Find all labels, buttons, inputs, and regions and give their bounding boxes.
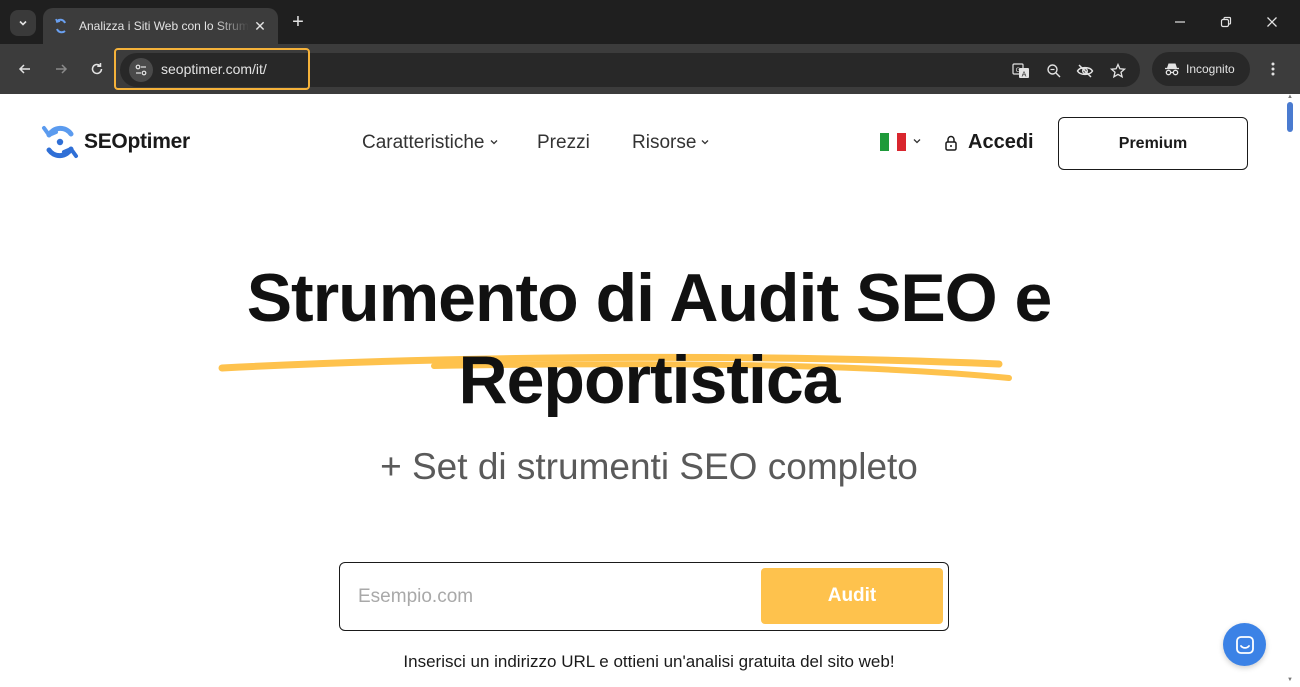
- translate-button[interactable]: AG: [1011, 61, 1031, 81]
- chat-widget-button[interactable]: [1223, 623, 1266, 666]
- chevron-down-icon: [19, 20, 27, 26]
- restore-icon: [1220, 16, 1232, 28]
- seoptimer-favicon-icon: [53, 18, 69, 34]
- chat-icon: [1235, 635, 1254, 654]
- minimize-button[interactable]: [1168, 12, 1192, 32]
- translate-icon: AG: [1012, 63, 1029, 79]
- nav-features-label: Caratteristiche: [362, 132, 485, 153]
- lock-icon: [945, 135, 957, 151]
- login-link[interactable]: Accedi: [944, 131, 1034, 154]
- logo-text: SEOptimer: [84, 130, 190, 153]
- browser-tab[interactable]: Analizza i Siti Web con lo Strumento SEO…: [43, 8, 278, 44]
- nav-resources[interactable]: Risorse: [632, 132, 710, 154]
- incognito-icon: [1165, 63, 1179, 76]
- back-arrow-icon: [18, 64, 30, 74]
- incognito-label: Incognito: [1186, 62, 1235, 76]
- url-highlight-annotation: [114, 48, 310, 90]
- minimize-icon: [1175, 21, 1185, 23]
- nav-pricing-label: Prezzi: [537, 132, 590, 153]
- restore-button[interactable]: [1214, 12, 1238, 32]
- page-content: SEOptimer Caratteristiche Prezzi Risorse…: [4, 94, 1294, 683]
- language-selector[interactable]: [880, 133, 922, 151]
- audit-button[interactable]: Audit: [761, 568, 943, 624]
- chevron-down-icon: [489, 137, 499, 150]
- zoom-button[interactable]: [1044, 61, 1064, 81]
- back-button[interactable]: [14, 58, 36, 80]
- reload-icon: [91, 63, 103, 75]
- chevron-down-icon: [912, 133, 922, 151]
- browser-menu-button[interactable]: [1262, 58, 1284, 80]
- tab-close-icon[interactable]: ✕: [252, 18, 268, 34]
- new-tab-button[interactable]: +: [288, 12, 308, 32]
- forward-button[interactable]: [50, 58, 72, 80]
- nav-features[interactable]: Caratteristiche: [362, 132, 499, 154]
- italy-flag-icon: [880, 133, 907, 151]
- audit-url-input[interactable]: [358, 583, 738, 611]
- incognito-badge[interactable]: Incognito: [1152, 52, 1250, 86]
- svg-text:A: A: [1022, 71, 1027, 79]
- seoptimer-logo-icon: [42, 125, 78, 159]
- zoom-out-icon: [1047, 64, 1061, 78]
- tab-title: Analizza i Siti Web con lo Strumento SEO: [79, 19, 249, 33]
- scroll-down-icon[interactable]: ▼: [1287, 677, 1293, 683]
- eye-off-icon: [1076, 64, 1094, 78]
- scroll-up-icon[interactable]: ▲: [1287, 94, 1293, 100]
- star-icon: [1110, 63, 1126, 79]
- forward-arrow-icon: [56, 64, 68, 74]
- chevron-down-icon: [700, 137, 710, 150]
- login-label: Accedi: [968, 131, 1034, 153]
- nav-pricing[interactable]: Prezzi: [537, 132, 590, 154]
- close-window-button[interactable]: [1260, 12, 1284, 32]
- premium-button[interactable]: Premium: [1058, 117, 1248, 170]
- audit-hint: Inserisci un indirizzo URL e ottieni un'…: [403, 652, 895, 671]
- more-vertical-icon: [1271, 62, 1275, 76]
- hero-title-line1: Strumento di Audit SEO e: [246, 260, 1053, 336]
- scroll-thumb[interactable]: [1287, 102, 1293, 132]
- seoptimer-logo[interactable]: SEOptimer: [40, 122, 190, 162]
- close-icon: [1267, 17, 1277, 27]
- bookmark-button[interactable]: [1108, 61, 1128, 81]
- nav-resources-label: Risorse: [632, 132, 697, 153]
- audit-form: Audit: [339, 562, 949, 631]
- browser-tab-bar: Analizza i Siti Web con lo Strumento SEO…: [0, 0, 1300, 44]
- tracking-protection-button[interactable]: [1075, 61, 1095, 81]
- hero-title-line2: Reportistica: [458, 342, 841, 418]
- tab-search-button[interactable]: [10, 10, 36, 36]
- hero-subtitle: + Set di strumenti SEO completo: [380, 446, 918, 487]
- reload-button[interactable]: [86, 58, 108, 80]
- svg-text:G: G: [1016, 67, 1021, 74]
